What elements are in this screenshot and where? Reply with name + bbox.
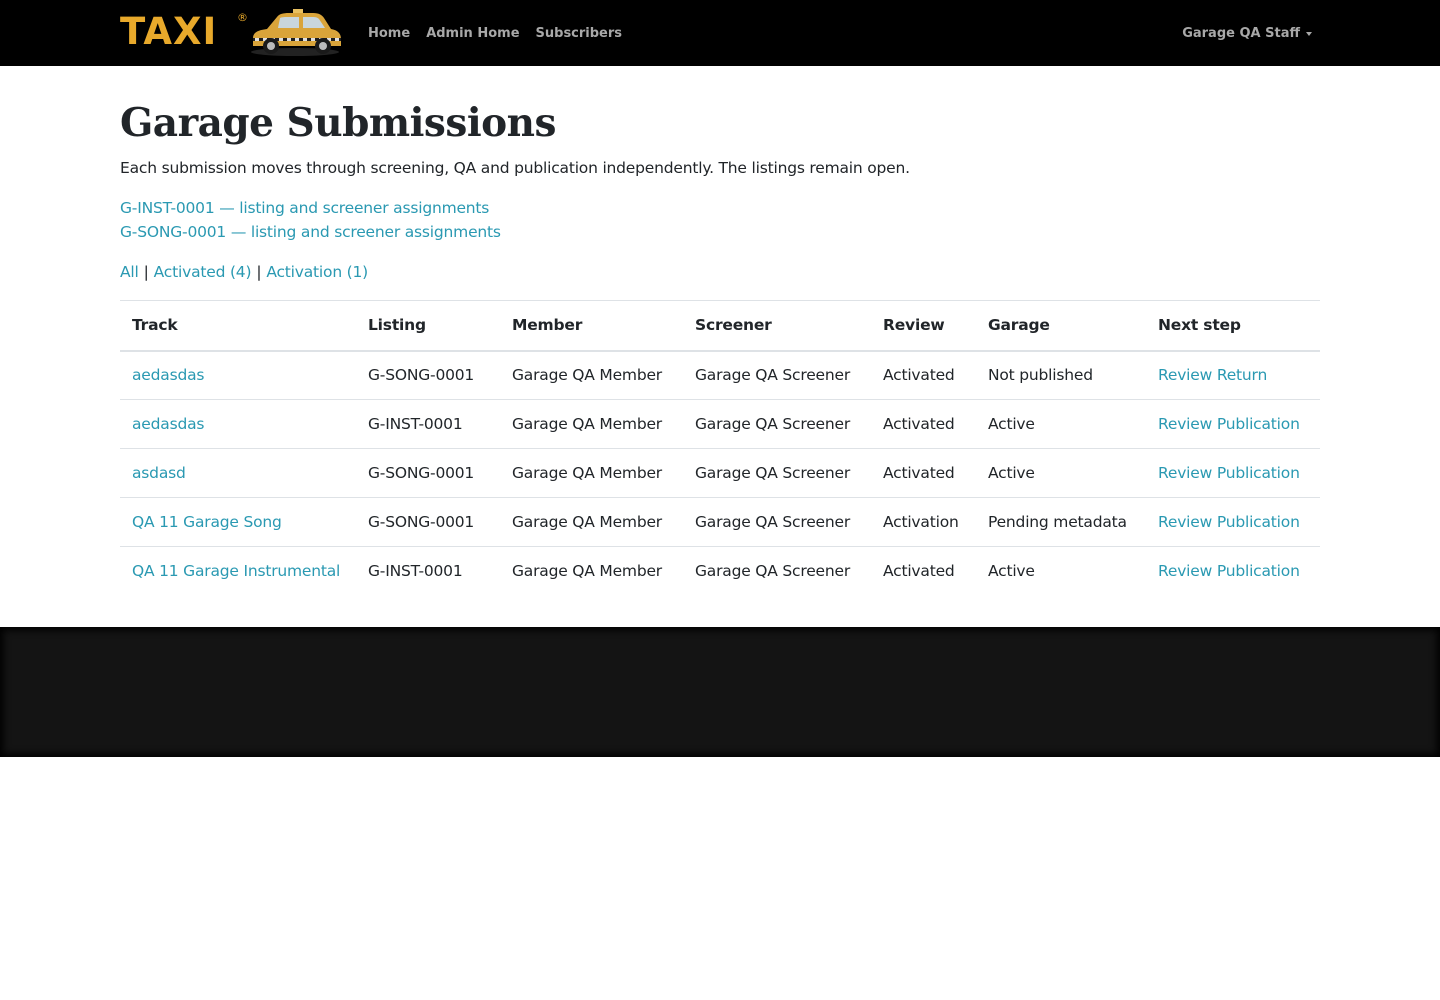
filter-all-link[interactable]: All (120, 263, 139, 281)
caret-down-icon (1306, 31, 1312, 36)
column-header-screener: Screener (695, 316, 772, 335)
review-cell: Activated (883, 562, 955, 581)
logo-wordmark: TAXI (120, 10, 218, 53)
listing-cell: G-SONG-0001 (368, 464, 475, 482)
table-row: aedasdas G-INST-0001 Garage QA Member Ga… (120, 399, 1320, 449)
table-row: asdasd G-SONG-0001 Garage QA Member Gara… (120, 448, 1320, 498)
main-nav: Home Admin Home Subscribers (368, 0, 638, 66)
screener-cell: Garage QA Screener (695, 415, 851, 433)
member-cell: Garage QA Member (512, 562, 662, 581)
filter-activation-link[interactable]: Activation (1) (266, 263, 368, 281)
next-step-link[interactable]: Review Publication (1158, 513, 1300, 531)
member-cell: Garage QA Member (512, 415, 662, 433)
listing-cell: G-INST-0001 (368, 415, 463, 433)
column-header-track: Track (132, 316, 178, 335)
filter-activated-link[interactable]: Activated (4) (154, 263, 252, 281)
garage-cell: Active (988, 464, 1035, 482)
listing-cell: G-SONG-0001 (368, 513, 475, 531)
column-header-review: Review (883, 316, 945, 335)
screener-cell: Garage QA Screener (695, 366, 851, 385)
taxi-cab-icon (251, 9, 341, 56)
garage-cell: Pending metadata (988, 513, 1127, 531)
submissions-table: Track Listing Member Screener Review Gar… (120, 300, 1320, 596)
user-menu-dropdown[interactable]: Garage QA Staff (1182, 0, 1312, 66)
nav-subscribers-link[interactable]: Subscribers (536, 26, 623, 41)
page-footer (0, 627, 1440, 757)
member-cell: Garage QA Member (512, 513, 662, 531)
listing-cell: G-INST-0001 (368, 562, 463, 581)
review-cell: Activated (883, 415, 955, 433)
taxi-logo[interactable]: TAXI ® (120, 8, 344, 58)
nav-admin-home-link[interactable]: Admin Home (426, 26, 519, 41)
next-step-link[interactable]: Review Return (1158, 366, 1267, 384)
screener-cell: Garage QA Screener (695, 464, 851, 482)
page-title: Garage Submissions (120, 100, 556, 146)
review-cell: Activated (883, 366, 955, 385)
member-cell: Garage QA Member (512, 464, 662, 482)
next-step-link[interactable]: Review Publication (1158, 464, 1300, 482)
garage-cell: Not published (988, 366, 1093, 385)
garage-cell: Active (988, 562, 1035, 581)
column-header-garage: Garage (988, 316, 1050, 335)
filter-separator: | (143, 263, 149, 281)
track-link[interactable]: QA 11 Garage Song (132, 513, 282, 531)
screener-cell: Garage QA Screener (695, 562, 851, 581)
track-link[interactable]: QA 11 Garage Instrumental (132, 562, 340, 580)
table-row: QA 11 Garage Instrumental G-INST-0001 Ga… (120, 546, 1320, 596)
filter-separator: | (256, 263, 262, 281)
column-header-member: Member (512, 316, 583, 335)
review-cell: Activated (883, 464, 955, 482)
intro-text: Each submission moves through screening,… (120, 159, 910, 177)
table-header-row: Track Listing Member Screener Review Gar… (120, 300, 1320, 351)
next-step-link[interactable]: Review Publication (1158, 562, 1300, 580)
track-link[interactable]: asdasd (132, 464, 186, 482)
top-navbar: TAXI ® Home Admin Home Subscribers Garag… (0, 0, 1440, 66)
garage-cell: Active (988, 415, 1035, 433)
submissions-table-container: Track Listing Member Screener Review Gar… (120, 300, 1320, 596)
listing-cell: G-SONG-0001 (368, 366, 475, 385)
track-link[interactable]: aedasdas (132, 415, 204, 433)
column-header-listing: Listing (368, 316, 426, 335)
review-cell: Activation (883, 513, 959, 531)
nav-home-link[interactable]: Home (368, 26, 410, 41)
listing-link-song[interactable]: G-SONG-0001 — listing and screener assig… (120, 221, 501, 243)
screener-cell: Garage QA Screener (695, 513, 851, 531)
status-filters: All | Activated (4) | Activation (1) (120, 261, 368, 283)
table-row: aedasdas G-SONG-0001 Garage QA Member Ga… (120, 351, 1320, 400)
table-row: QA 11 Garage Song G-SONG-0001 Garage QA … (120, 497, 1320, 547)
member-cell: Garage QA Member (512, 366, 662, 385)
column-header-next-step: Next step (1158, 316, 1241, 335)
track-link[interactable]: aedasdas (132, 366, 204, 384)
listing-link-inst[interactable]: G-INST-0001 — listing and screener assig… (120, 197, 489, 219)
next-step-link[interactable]: Review Publication (1158, 415, 1300, 433)
user-menu-label: Garage QA Staff (1182, 25, 1300, 41)
